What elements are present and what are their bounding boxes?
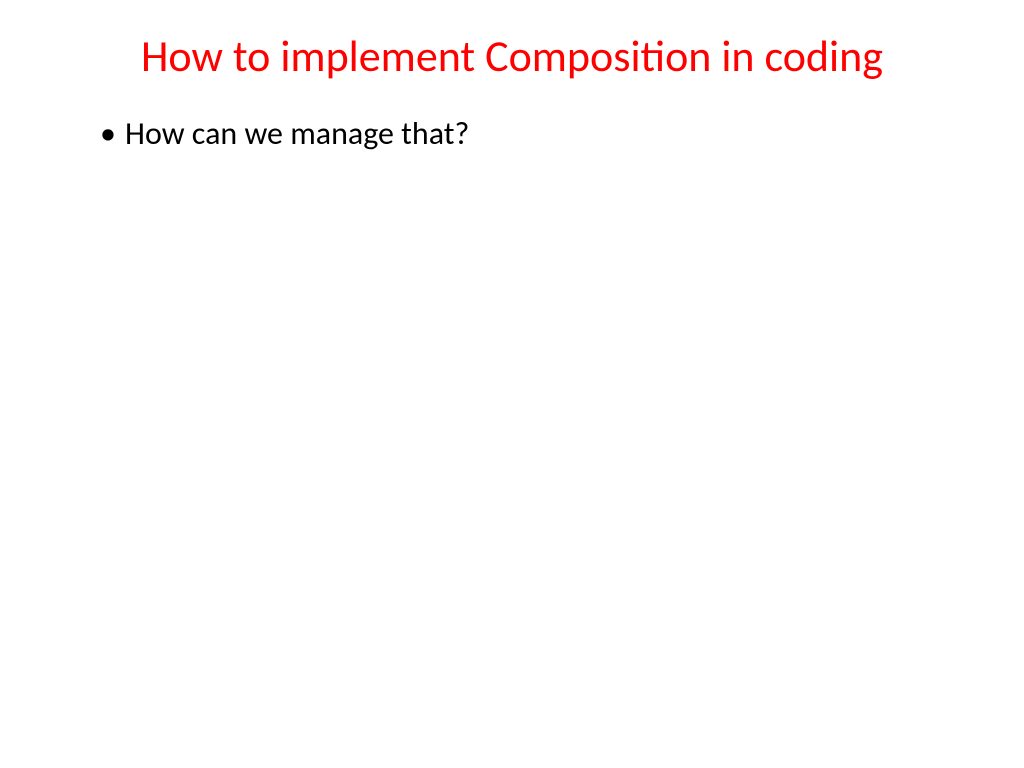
slide-title: How to implement Composition in coding [70,30,954,83]
slide-content: How can we manage that? [70,113,954,155]
bullet-item: How can we manage that? [100,113,954,155]
slide-container: How to implement Composition in coding H… [0,0,1024,768]
